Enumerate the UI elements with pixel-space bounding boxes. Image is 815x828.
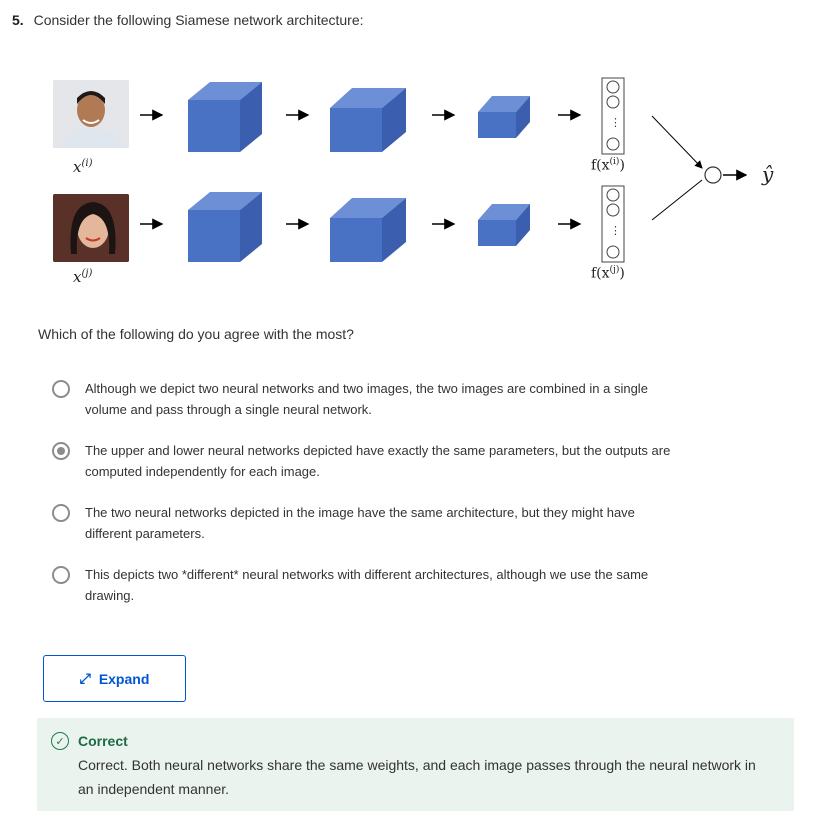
f-x-i-label: f(x(i)) — [591, 157, 625, 174]
cube-bottom-3 — [478, 204, 530, 246]
cube-bottom-2 — [330, 198, 406, 262]
radio-button-selected[interactable] — [52, 442, 70, 460]
encoding-vector-top: ⋮ — [601, 77, 625, 155]
expand-icon: ⤢ — [79, 670, 91, 686]
answer-options: Although we depict two neural networks a… — [52, 378, 672, 626]
cube-top-2 — [330, 88, 406, 152]
x-i-label: x(i) — [73, 158, 93, 176]
cube-top-1 — [188, 82, 262, 152]
question-prompt: Which of the following do you agree with… — [38, 326, 354, 342]
expand-button[interactable]: ⤢ Expand — [43, 655, 186, 702]
option-label: The upper and lower neural networks depi… — [85, 443, 671, 479]
siamese-diagram: ⋮ ⋮ x(i) x(j) f(x(i)) f(x(j)) ŷ — [40, 70, 800, 300]
x-j-label: x(j) — [73, 268, 93, 286]
feedback-panel: ✓ Correct Correct. Both neural networks … — [37, 718, 794, 811]
option-label: Although we depict two neural networks a… — [85, 381, 648, 417]
option-4[interactable]: This depicts two *different* neural netw… — [52, 564, 672, 606]
f-x-j-label: f(x(j)) — [591, 265, 625, 282]
option-label: This depicts two *different* neural netw… — [85, 567, 649, 603]
question-number: 5. — [12, 12, 24, 28]
merge-line-top — [651, 115, 703, 169]
expand-label: Expand — [98, 670, 150, 687]
radio-button[interactable] — [52, 504, 70, 522]
option-3[interactable]: The two neural networks depicted in the … — [52, 502, 672, 544]
option-label: The two neural networks depicted in the … — [85, 505, 635, 541]
cube-top-3 — [478, 96, 530, 138]
option-1[interactable]: Although we depict two neural networks a… — [52, 378, 672, 420]
face-image-top — [53, 80, 129, 148]
check-circle-icon: ✓ — [51, 732, 69, 750]
encoding-vector-bottom: ⋮ — [601, 185, 625, 263]
merge-line-bottom — [651, 179, 703, 221]
radio-button[interactable] — [52, 566, 70, 584]
face-image-bottom — [53, 194, 129, 262]
output-node — [704, 166, 722, 184]
radio-button[interactable] — [52, 380, 70, 398]
y-hat-label: ŷ — [762, 162, 774, 186]
question-text: Consider the following Siamese network a… — [33, 12, 364, 28]
option-2[interactable]: The upper and lower neural networks depi… — [52, 440, 672, 482]
svg-text:⋮: ⋮ — [610, 116, 621, 129]
diagram-drawing: ⋮ ⋮ — [140, 77, 748, 263]
svg-text:⋮: ⋮ — [610, 224, 621, 237]
cube-bottom-1 — [188, 192, 262, 262]
question-header: 5. Consider the following Siamese networ… — [12, 12, 364, 28]
feedback-body: Correct. Both neural networks share the … — [78, 757, 756, 797]
feedback-title: Correct — [78, 733, 128, 749]
